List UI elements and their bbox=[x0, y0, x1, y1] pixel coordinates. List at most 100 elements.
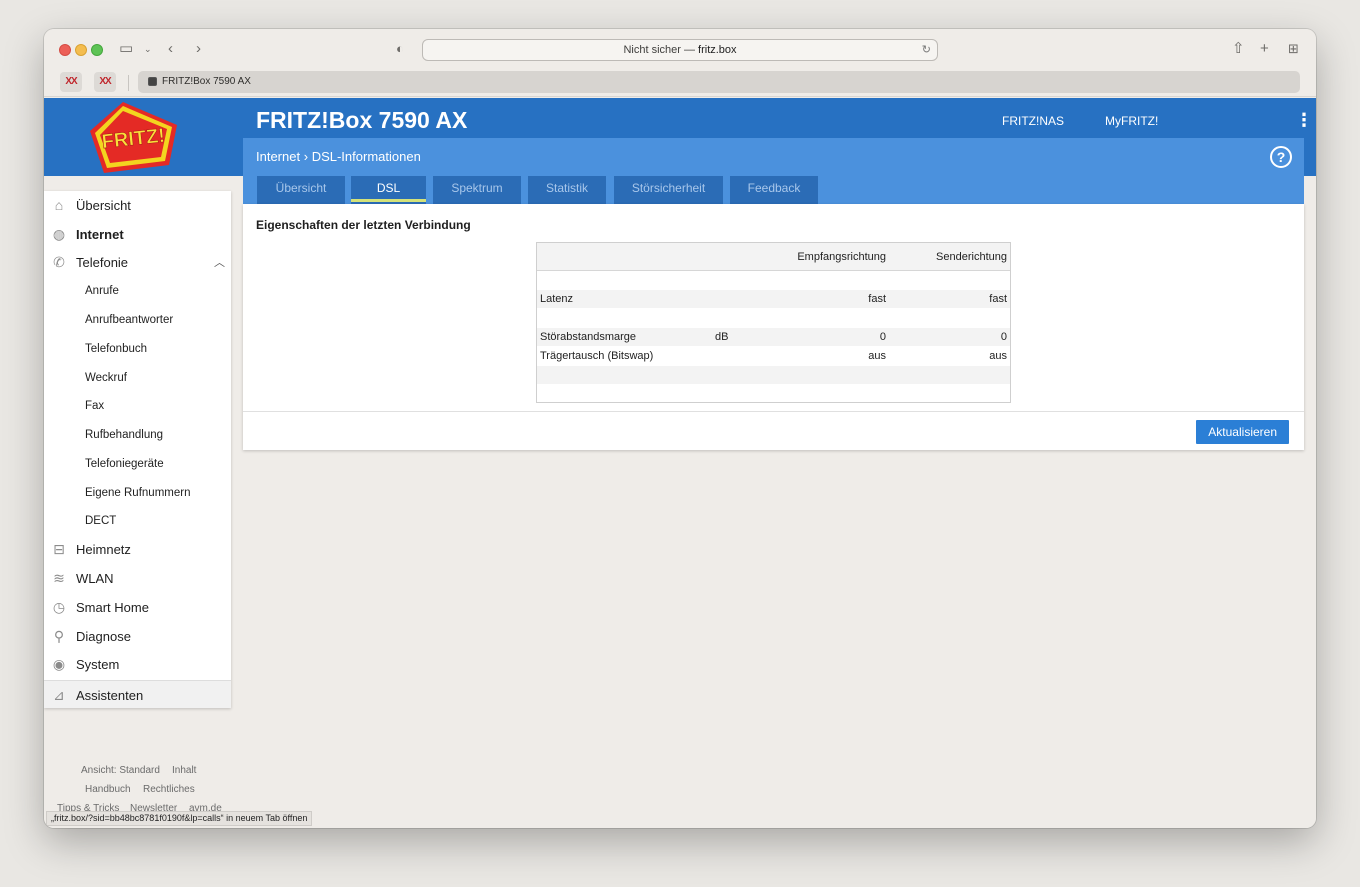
footer-link-inhalt[interactable]: Inhalt bbox=[172, 765, 196, 776]
breadcrumb-current: DSL-Informationen bbox=[311, 149, 421, 164]
sidebar-item-diagnose[interactable]: ⚲ Diagnose bbox=[44, 622, 231, 650]
sidebar-item-wlan[interactable]: ≋ WLAN bbox=[44, 564, 231, 592]
sidebar-toggle-icon[interactable]: ▭ bbox=[119, 40, 133, 58]
sidebar-item-assistenten[interactable]: ⊿ Assistenten bbox=[44, 680, 231, 708]
new-tab-icon[interactable]: + bbox=[1260, 40, 1269, 58]
sidebar-item-label: Assistenten bbox=[76, 688, 144, 703]
breadcrumb-separator-icon: › bbox=[303, 149, 309, 164]
privacy-shield-icon[interactable]: ◐ bbox=[396, 40, 404, 58]
section-title: Eigenschaften der letzten Verbindung bbox=[256, 218, 471, 232]
panel-footer: Aktualisieren bbox=[243, 411, 1304, 450]
table-row-empty bbox=[537, 366, 1010, 384]
minimize-window-button[interactable] bbox=[75, 44, 87, 56]
nav-fritznas[interactable]: FRITZ!NAS bbox=[1002, 114, 1064, 128]
sidebar-item-heimnetz[interactable]: ⊟ Heimnetz bbox=[44, 535, 231, 563]
share-icon[interactable]: ⇧ bbox=[1232, 40, 1245, 58]
reload-icon[interactable]: ↻ bbox=[922, 40, 931, 60]
sidebar-item-anrufe[interactable]: Anrufe bbox=[44, 277, 231, 305]
nav-myfritz[interactable]: MyFRITZ! bbox=[1105, 114, 1158, 128]
zoom-window-button[interactable] bbox=[91, 44, 103, 56]
sidebar-item-telefonie[interactable]: ✆ Telefonie ︿ bbox=[44, 248, 231, 276]
row-unit: dB bbox=[715, 331, 729, 343]
sidebar-item-label: Telefoniegeräte bbox=[85, 458, 164, 470]
url-host: fritz.box bbox=[698, 44, 737, 56]
footer-link-rechtliches[interactable]: Rechtliches bbox=[143, 784, 195, 795]
home-icon: ⌂ bbox=[54, 197, 64, 213]
column-header-upstream: Senderichtung bbox=[936, 251, 1007, 263]
row-label: Trägertausch (Bitswap) bbox=[540, 350, 654, 362]
wifi-icon: ≋ bbox=[53, 570, 65, 586]
tab-separator bbox=[128, 75, 129, 91]
dsl-panel: Eigenschaften der letzten Verbindung Emp… bbox=[243, 204, 1304, 450]
row-upstream-value: fast bbox=[989, 293, 1007, 305]
row-downstream-value: fast bbox=[868, 293, 886, 305]
more-menu-icon[interactable]: ⋮ bbox=[1295, 110, 1313, 130]
sidebar-item-anrufbeantworter[interactable]: Anrufbeantworter bbox=[44, 306, 231, 334]
footer-link-handbuch[interactable]: Handbuch bbox=[85, 784, 131, 795]
tab-stoersicherheit[interactable]: Störsicherheit bbox=[614, 176, 723, 204]
tab-statistik[interactable]: Statistik bbox=[528, 176, 606, 204]
table-row: Störabstandsmarge dB 0 0 bbox=[537, 328, 1010, 346]
sidebar-item-label: Fax bbox=[85, 400, 105, 412]
sidebar-item-label: Telefonie bbox=[76, 255, 129, 270]
tab-title: FRITZ!Box 7590 AX bbox=[162, 76, 251, 87]
sidebar-item-label: Anrufe bbox=[85, 285, 119, 297]
sidebar-item-telefoniegeraete[interactable]: Telefoniegeräte bbox=[44, 450, 231, 478]
browser-tab-bar: XX XX FRITZ!Box 7590 AX bbox=[44, 69, 1316, 97]
sidebar-item-eigene-rufnummern[interactable]: Eigene Rufnummern bbox=[44, 479, 231, 507]
pinned-tab-favicon[interactable]: XX bbox=[94, 72, 116, 92]
sidebar-item-smart-home[interactable]: ◷ Smart Home bbox=[44, 593, 231, 621]
tab-spektrum[interactable]: Spektrum bbox=[433, 176, 521, 204]
tab-uebersicht[interactable]: Übersicht bbox=[257, 176, 345, 204]
tab-overview-icon[interactable]: ⊞ bbox=[1288, 40, 1299, 58]
sidebar-item-label: System bbox=[76, 657, 120, 672]
diagnose-icon: ⚲ bbox=[53, 628, 65, 644]
column-header-downstream: Empfangsrichtung bbox=[797, 251, 886, 263]
sidebar-item-telefonbuch[interactable]: Telefonbuch bbox=[44, 335, 231, 363]
row-label: Latenz bbox=[540, 293, 574, 305]
breadcrumb: Internet › DSL-Informationen bbox=[256, 149, 421, 164]
fritz-logo[interactable]: FRITZ! bbox=[44, 98, 231, 176]
address-bar[interactable]: Nicht sicher — fritz.box ↻ bbox=[422, 39, 938, 61]
sidebar: ⌂ Übersicht ◍ Internet ✆ Telefonie ︿ Anr… bbox=[44, 191, 231, 708]
sidebar-item-uebersicht[interactable]: ⌂ Übersicht bbox=[44, 191, 231, 219]
sidebar-item-label: Weckruf bbox=[85, 372, 127, 384]
row-downstream-value: 0 bbox=[879, 331, 886, 343]
link-status-bar: „fritz.box/?sid=bb48bc8781f0190f&lp=call… bbox=[46, 811, 313, 826]
tab-favicon-icon bbox=[148, 77, 157, 86]
sidebar-item-label: Übersicht bbox=[76, 198, 131, 213]
sidebar-item-label: DECT bbox=[85, 515, 117, 527]
close-window-button[interactable] bbox=[59, 44, 71, 56]
tab-feedback[interactable]: Feedback bbox=[730, 176, 818, 204]
sidebar-item-system[interactable]: ◉ System bbox=[44, 650, 231, 678]
chevron-down-icon[interactable]: ⌄ bbox=[144, 40, 152, 58]
sidebar-item-rufbehandlung[interactable]: Rufbehandlung bbox=[44, 421, 231, 449]
sidebar-item-label: Diagnose bbox=[76, 629, 131, 644]
update-button[interactable]: Aktualisieren bbox=[1196, 420, 1289, 444]
sidebar-item-label: WLAN bbox=[76, 571, 114, 586]
pinned-tab-favicon[interactable]: XX bbox=[60, 72, 82, 92]
sidebar-item-label: Smart Home bbox=[76, 600, 149, 615]
breadcrumb-parent[interactable]: Internet bbox=[256, 149, 300, 164]
footer-link-ansicht[interactable]: Ansicht: Standard bbox=[81, 765, 160, 776]
chevron-up-icon[interactable]: ︿ bbox=[214, 254, 225, 270]
tab-dsl[interactable]: DSL bbox=[351, 176, 426, 204]
back-icon[interactable]: ‹ bbox=[168, 40, 173, 58]
browser-tab-active[interactable]: FRITZ!Box 7590 AX bbox=[138, 71, 1300, 93]
sidebar-item-label: Internet bbox=[76, 227, 124, 242]
sidebar-item-dect[interactable]: DECT bbox=[44, 507, 231, 535]
network-icon: ⊟ bbox=[53, 541, 65, 557]
row-upstream-value: aus bbox=[989, 350, 1007, 362]
url-prefix: Nicht sicher — bbox=[623, 44, 699, 56]
browser-toolbar: ▭ ⌄ ‹ › ◐ Nicht sicher — fritz.box ↻ ⇧ +… bbox=[44, 29, 1316, 69]
sidebar-item-internet[interactable]: ◍ Internet bbox=[44, 220, 231, 248]
help-icon[interactable]: ? bbox=[1270, 146, 1292, 168]
fritzbox-page: FRITZ! FRITZ!Box 7590 AX FRITZ!NAS MyFRI… bbox=[44, 98, 1316, 828]
sidebar-item-fax[interactable]: Fax bbox=[44, 392, 231, 420]
wizard-icon: ⊿ bbox=[53, 687, 65, 703]
sidebar-item-weckruf[interactable]: Weckruf bbox=[44, 364, 231, 392]
dsl-properties-table: Empfangsrichtung Senderichtung Latenz fa… bbox=[536, 242, 1011, 403]
sidebar-item-label: Rufbehandlung bbox=[85, 429, 164, 441]
sidebar-item-label: Eigene Rufnummern bbox=[85, 487, 191, 499]
forward-icon[interactable]: › bbox=[196, 40, 201, 58]
